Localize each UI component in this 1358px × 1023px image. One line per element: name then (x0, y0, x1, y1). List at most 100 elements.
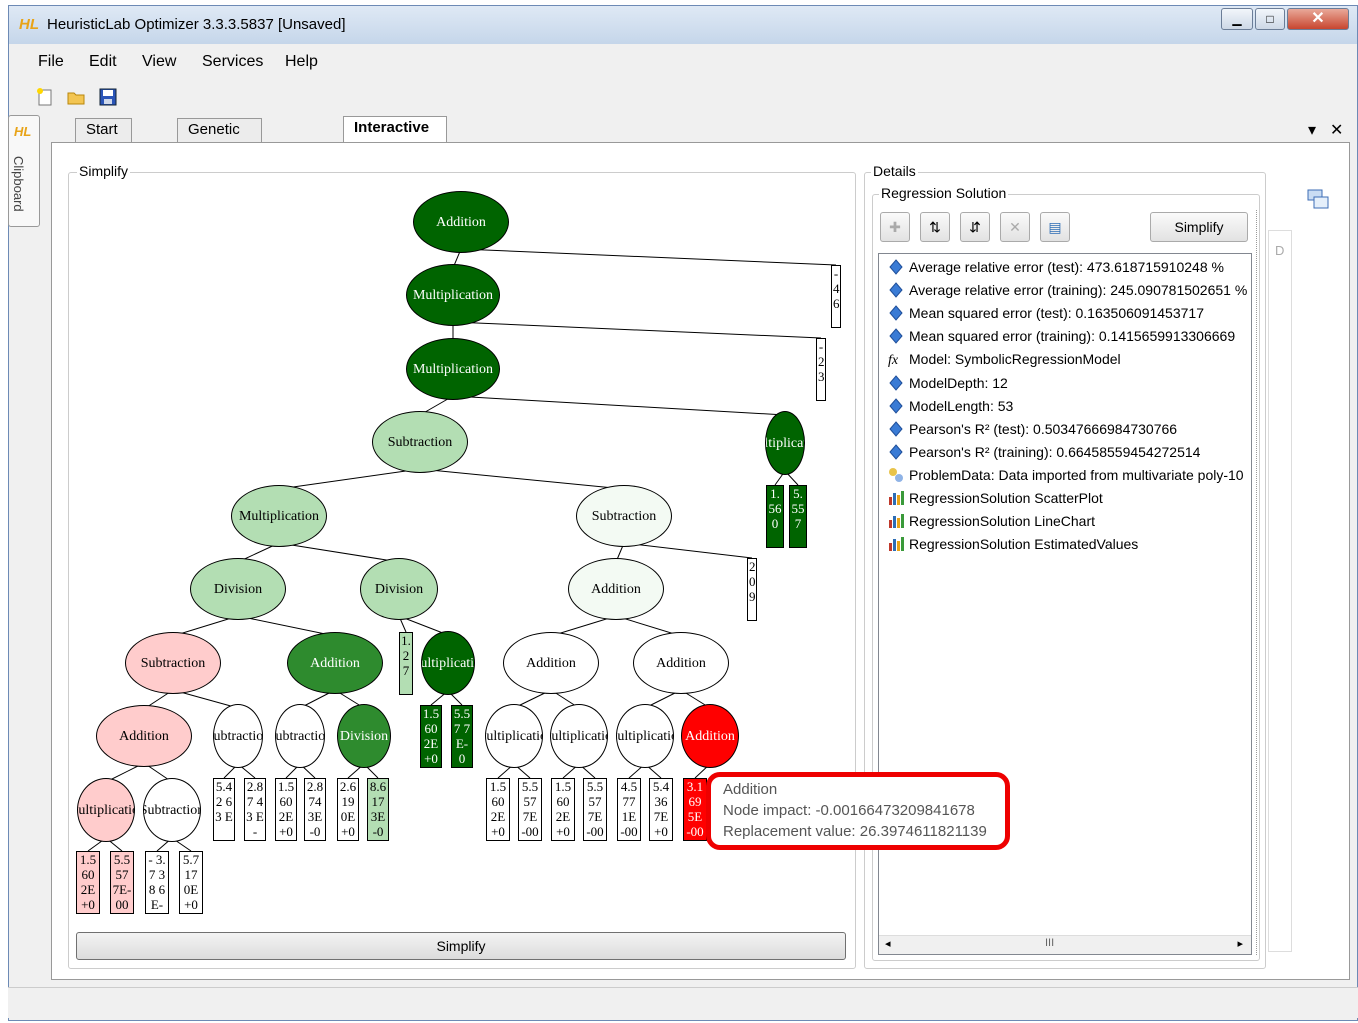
tree-leaf-constant[interactable]: 5.557 (789, 485, 807, 548)
tab-interactive-regression[interactable]: Interactive Regression Solutio... (343, 116, 447, 180)
tree-leaf-constant[interactable]: 4.5 77 1E -00 (617, 778, 641, 841)
tab-genetic-algorithm[interactable]: Genetic Algorithm (177, 118, 263, 160)
tree-leaf-constant[interactable]: 2.87 43 E- (244, 778, 266, 841)
sort-ascending-icon[interactable]: ⇅ (920, 212, 950, 242)
tree-leaf-constant[interactable]: 5.57 7E-0 (451, 705, 473, 768)
tree-node[interactable]: Addition (681, 704, 739, 768)
tree-node[interactable]: Multiplication (550, 704, 608, 768)
new-file-icon[interactable] (35, 87, 55, 107)
tree-leaf-constant[interactable]: 1.5 60 2E +0 (76, 851, 100, 914)
menu-help[interactable]: Help (285, 53, 318, 71)
scroll-right-icon[interactable]: ▸ (1237, 937, 1243, 950)
property-row[interactable]: Mean squared error (training): 0.1415659… (887, 325, 1235, 347)
tree-leaf-constant[interactable]: 2.09 (747, 558, 757, 621)
tree-node[interactable]: Addition (503, 632, 599, 694)
property-row[interactable]: Pearson's R² (test): 0.50347666984730766 (887, 418, 1177, 440)
clipboard-side-tab[interactable]: HL Clipboard (8, 115, 40, 227)
tree-node[interactable]: Division (360, 558, 438, 620)
collapsed-view-panel[interactable]: D (1268, 230, 1292, 952)
add-button[interactable]: ✚ (880, 212, 910, 242)
tree-node[interactable]: Subtraction (213, 704, 263, 768)
tree-leaf-constant[interactable]: 5.42 63 E (213, 778, 235, 841)
tree-edge (419, 468, 625, 490)
maximize-button[interactable]: □ (1255, 8, 1285, 30)
sidebar-logo: HL (14, 124, 32, 139)
property-row[interactable]: Pearson's R² (training): 0.6645855945427… (887, 441, 1200, 463)
tree-node[interactable]: Subtraction (576, 485, 672, 547)
tree-node[interactable]: Addition (633, 632, 729, 694)
close-button[interactable]: ✕ (1287, 8, 1349, 30)
open-folder-icon[interactable] (66, 87, 86, 107)
tree-node[interactable]: Multiplication (485, 704, 543, 768)
property-row[interactable]: Average relative error (training): 245.0… (887, 279, 1247, 301)
tree-leaf-constant[interactable]: 5.4 36 7E +0 (649, 778, 673, 841)
tree-node[interactable]: Multiplication (616, 704, 674, 768)
property-row[interactable]: RegressionSolution ScatterPlot (887, 487, 1103, 509)
tree-node[interactable]: Multiplication (765, 411, 805, 475)
scroll-thumb[interactable]: III (1045, 937, 1054, 949)
view-host-icon[interactable] (1306, 188, 1330, 210)
tree-node[interactable]: Multiplication (421, 631, 475, 695)
tree-leaf-constant[interactable]: 5.5 57 7E -00 (518, 778, 542, 841)
property-text: Average relative error (test): 473.61871… (909, 259, 1224, 275)
tree-leaf-constant[interactable]: 2.8 74 3E -0 (304, 778, 326, 841)
tree-leaf-constant[interactable]: 1.5 60 2E +0 (551, 778, 575, 841)
tree-node[interactable]: Division (190, 558, 286, 620)
tab-close-icon[interactable]: ✕ (1330, 120, 1343, 140)
horizontal-scrollbar[interactable]: ◂ III ▸ (879, 935, 1251, 954)
tree-leaf-constant[interactable]: 1.560 (766, 485, 784, 548)
tree-node[interactable]: Addition (96, 705, 192, 767)
simplify-button[interactable]: Simplify (76, 932, 846, 960)
fx-icon: fx (888, 353, 899, 368)
tree-node[interactable]: Division (337, 704, 391, 768)
splitter[interactable] (1256, 210, 1261, 955)
save-icon[interactable] (98, 87, 118, 107)
properties-icon[interactable]: ▤ (1040, 212, 1070, 242)
property-row[interactable]: fx Model: SymbolicRegressionModel (887, 348, 1121, 370)
scroll-left-icon[interactable]: ◂ (885, 937, 891, 950)
menu-file[interactable]: File (38, 53, 64, 71)
menu-edit[interactable]: Edit (89, 53, 117, 71)
tree-leaf-constant[interactable]: 8.6 17 3E -0 (367, 778, 389, 841)
property-row[interactable]: Average relative error (test): 473.61871… (887, 256, 1224, 278)
tab-list-dropdown-icon[interactable]: ▾ (1308, 120, 1316, 140)
tree-node[interactable]: Multiplication (77, 778, 135, 842)
tree-node[interactable]: Addition (413, 191, 509, 253)
tree-leaf-constant[interactable]: 1.560 2E+0 (420, 705, 442, 768)
tree-leaf-constant[interactable]: -4.6 (831, 265, 841, 328)
tree-leaf-constant[interactable]: 2.6 19 0E +0 (337, 778, 359, 841)
property-row[interactable]: RegressionSolution EstimatedValues (887, 533, 1138, 555)
property-row[interactable]: ModelDepth: 12 (887, 372, 1008, 394)
minimize-button[interactable]: ▁ (1221, 8, 1253, 30)
tree-leaf-constant[interactable]: 1.5 60 2E +0 (486, 778, 510, 841)
tree-leaf-constant[interactable]: 3.1 69 5E -00 (683, 778, 707, 841)
property-row[interactable]: RegressionSolution LineChart (887, 510, 1095, 532)
menu-services[interactable]: Services (202, 53, 263, 71)
tree-node[interactable]: Multiplication (231, 485, 327, 547)
property-row[interactable]: Mean squared error (test): 0.16350609145… (887, 302, 1204, 324)
sort-descending-icon[interactable]: ⇵ (960, 212, 990, 242)
menu-view[interactable]: View (142, 53, 176, 71)
tree-edge (460, 248, 837, 266)
tree-leaf-constant[interactable]: 5.5 57 7E- 00 (110, 851, 134, 914)
property-text: Mean squared error (test): 0.16350609145… (909, 305, 1204, 322)
tree-node[interactable]: Multiplication (406, 338, 500, 400)
tree-leaf-constant[interactable]: 5.7 17 0E +0 (179, 851, 203, 914)
tree-leaf-constant[interactable]: -2.3 (816, 338, 826, 401)
tab-start-page[interactable]: Start Page (75, 118, 133, 160)
tree-leaf-constant[interactable]: 1.27 (399, 632, 413, 695)
tree-node[interactable]: Subtraction (372, 411, 468, 473)
tree-leaf-constant[interactable]: - 3.7 38 6E- (145, 851, 169, 914)
tree-node[interactable]: Multiplication (406, 264, 500, 326)
tree-node[interactable]: Subtraction (275, 704, 325, 768)
tree-leaf-constant[interactable]: 1.5 60 2E +0 (275, 778, 297, 841)
remove-button[interactable]: ✕ (1000, 212, 1030, 242)
tree-node[interactable]: Addition (568, 558, 664, 620)
tree-node[interactable]: Subtraction (125, 632, 221, 694)
property-row[interactable]: ProblemData: Data imported from multivar… (887, 464, 1244, 486)
details-simplify-button[interactable]: Simplify (1150, 212, 1248, 242)
tree-leaf-constant[interactable]: 5.5 57 7E -00 (583, 778, 607, 841)
property-row[interactable]: ModelLength: 53 (887, 395, 1013, 417)
tree-node[interactable]: Addition (287, 632, 383, 694)
tree-node[interactable]: Subtraction (143, 778, 201, 842)
